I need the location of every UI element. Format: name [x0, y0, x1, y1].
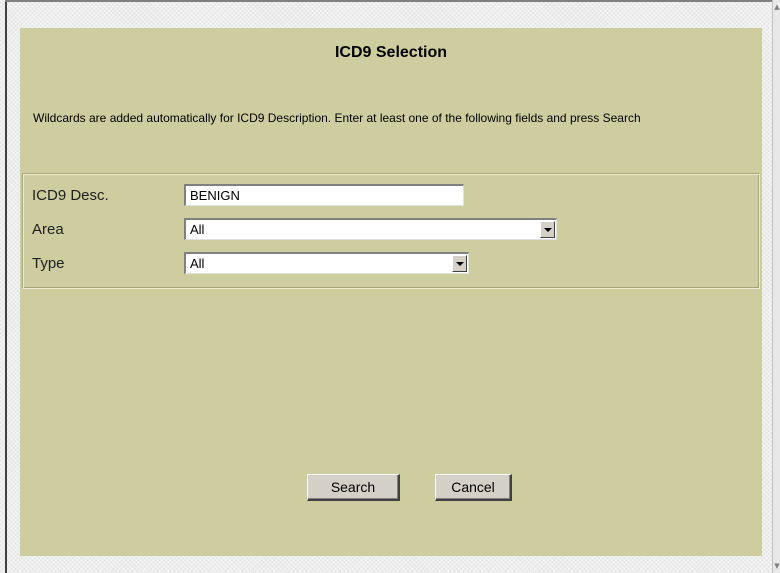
search-fields-group: ICD9 Desc. Area All Type All — [22, 173, 760, 289]
area-dropdown-arrow-icon[interactable] — [540, 221, 555, 238]
area-select[interactable]: All — [184, 218, 557, 240]
icd9-desc-row: ICD9 Desc. — [32, 184, 732, 208]
vertical-scrollbar[interactable]: ▲ ▼ — [772, 0, 780, 573]
icd9-desc-label: ICD9 Desc. — [32, 187, 109, 204]
area-selected-value: All — [190, 222, 205, 237]
icd9-desc-input[interactable] — [184, 184, 464, 206]
type-selected-value: All — [190, 256, 205, 271]
scroll-up-arrow-icon[interactable]: ▲ — [774, 2, 780, 12]
area-row: Area All — [32, 218, 732, 242]
type-row: Type All — [32, 252, 732, 276]
type-dropdown-arrow-icon[interactable] — [452, 255, 467, 272]
icd9-selection-panel: ICD9 Selection Wildcards are added autom… — [20, 28, 762, 556]
window-border-top — [5, 0, 772, 2]
area-label: Area — [32, 221, 64, 238]
instructions-text: Wildcards are added automatically for IC… — [33, 111, 641, 125]
scroll-down-arrow-icon[interactable]: ▼ — [774, 561, 780, 571]
cancel-button[interactable]: Cancel — [435, 474, 512, 501]
dialog-title: ICD9 Selection — [334, 44, 448, 61]
window-border-left — [5, 0, 7, 573]
search-button[interactable]: Search — [307, 474, 400, 501]
type-select[interactable]: All — [184, 252, 469, 274]
type-label: Type — [32, 255, 65, 272]
